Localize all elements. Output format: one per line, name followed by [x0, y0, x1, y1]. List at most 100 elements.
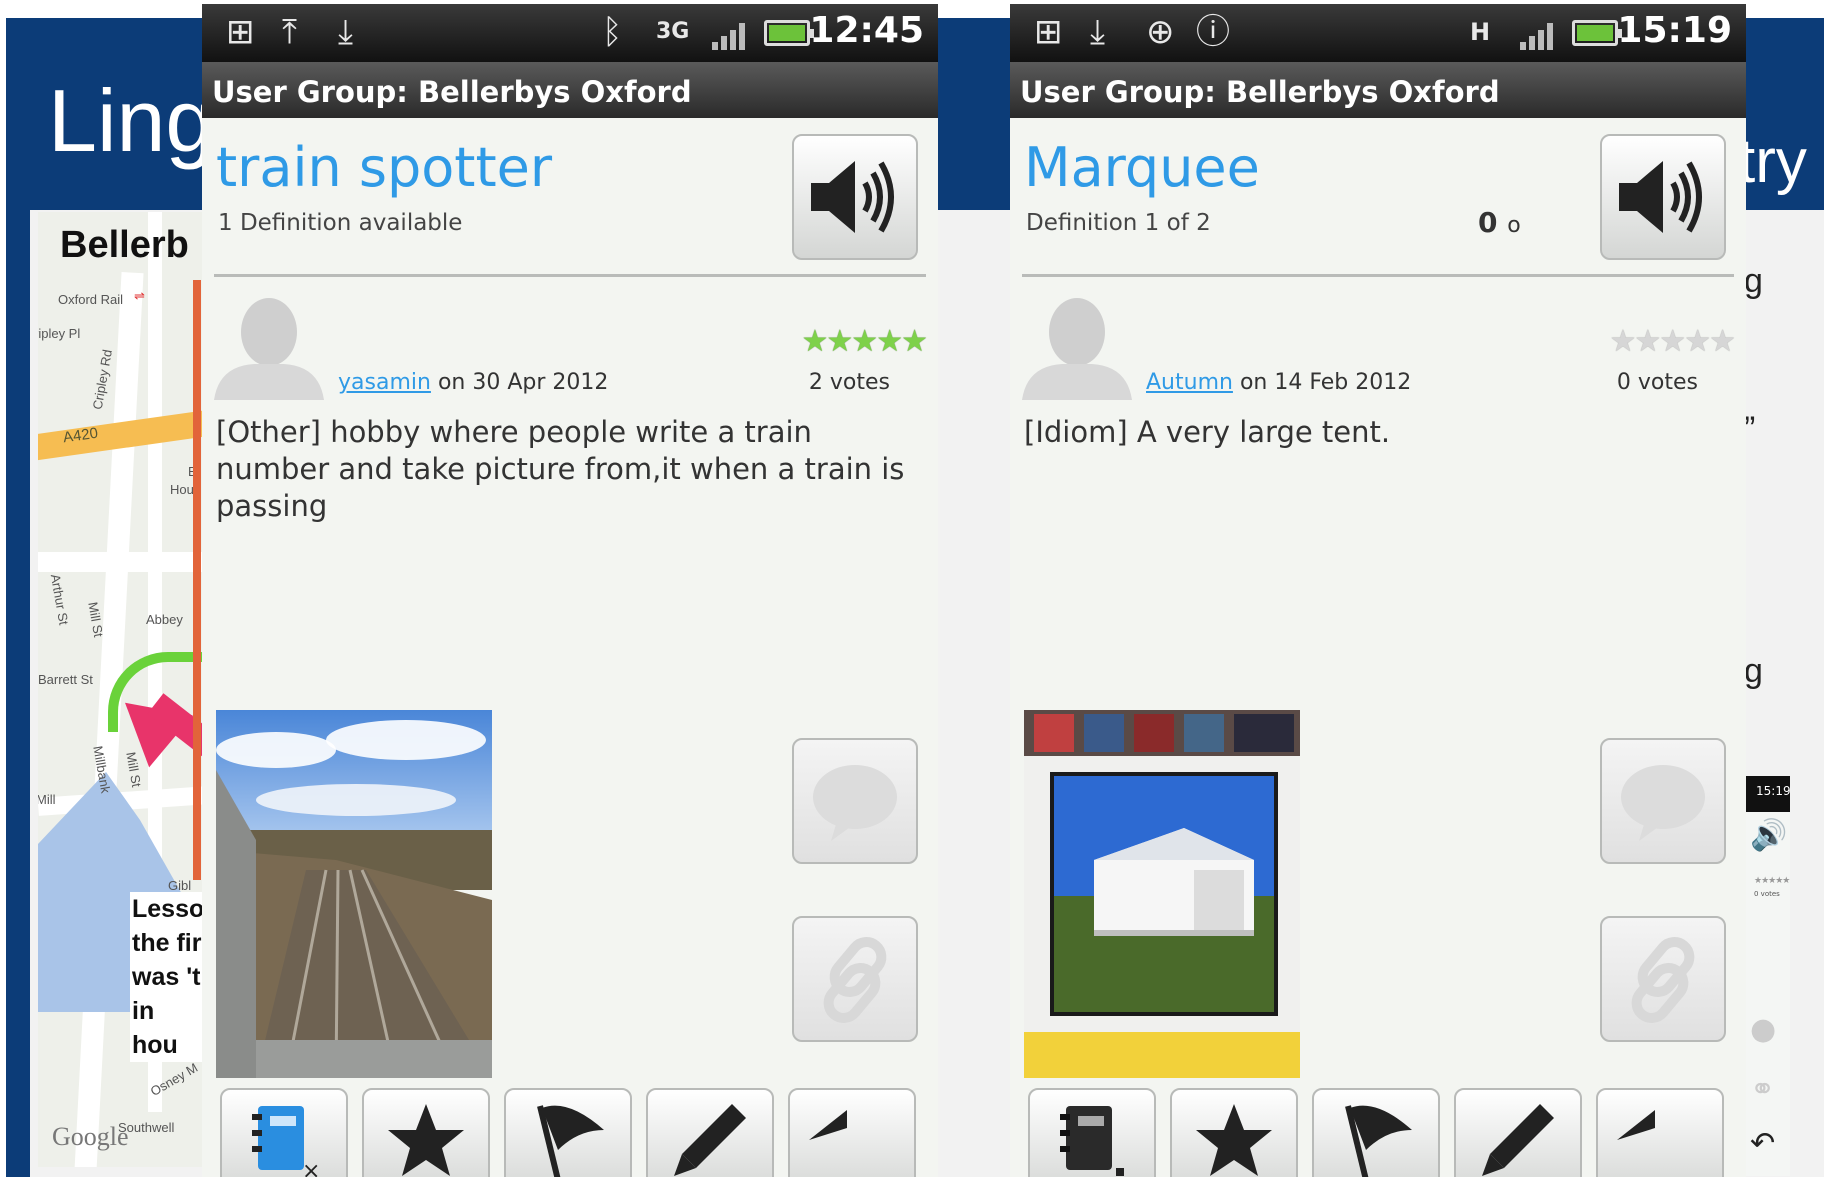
status-time: 12:45 [809, 10, 924, 51]
pencil-icon [674, 1104, 746, 1176]
flag-button[interactable] [504, 1088, 632, 1177]
alert-icon: ⓘ [1196, 12, 1230, 52]
comment-button[interactable] [1600, 738, 1726, 864]
edit-button[interactable] [1454, 1088, 1582, 1177]
battery-icon [764, 20, 814, 46]
mini-votes: 0 votes [1754, 890, 1780, 898]
flag-icon [537, 1105, 604, 1177]
word-title: Marquee [1024, 136, 1260, 199]
slide-text-fragment: g [1744, 262, 1763, 300]
upload-icon: ⤒ [282, 12, 298, 52]
rating-stars[interactable]: ★★★★★ [1610, 324, 1736, 359]
counter-big: 0 [1478, 206, 1498, 239]
map-lesson-note: Lesso the fir was 't in hou [130, 892, 208, 1062]
rail-icon: ⇌ [134, 288, 145, 303]
shopping-bag-icon: ⊞ [226, 12, 255, 52]
battery-icon [1572, 20, 1622, 46]
notebook-button[interactable]: × [220, 1088, 348, 1177]
mini-phone-screenshot: 15:19 🔊 ★★★★★ 0 votes ● ⚭ ↶ [1746, 776, 1790, 1176]
definition-count: Definition 1 of 2 [1026, 210, 1211, 236]
status-bar: ⊞ ⤓ ⊕ ⓘ H 15:19 [1010, 4, 1746, 62]
comment-bubble-icon: ● [1750, 1012, 1777, 1047]
back-arrow-icon: ↶ [1750, 1126, 1776, 1161]
flag-icon [1345, 1105, 1412, 1177]
network-type-label: H [1470, 18, 1491, 46]
network-type-label: 3G [656, 19, 690, 44]
post-date: on 30 Apr 2012 [437, 370, 609, 395]
vote-count: 2 votes [808, 370, 890, 395]
author-link[interactable]: Autumn [1146, 370, 1233, 395]
status-bar: ⊞ ⤒ ⤓ ᛒ 3G 12:45 [202, 4, 938, 62]
phone-screen-marquee: ⊞ ⤓ ⊕ ⓘ H 15:19 User Group: Bellerbys Ox… [1010, 4, 1746, 1177]
counter-small: o [1507, 213, 1521, 238]
google-logo: Google [52, 1122, 129, 1151]
map-label: Cripley Rd [89, 348, 115, 411]
definition-photo-marquee[interactable] [1024, 710, 1300, 1078]
author-link[interactable]: yasamin [338, 370, 431, 395]
author-line: Autumn on 14 Feb 2012 [1146, 370, 1411, 395]
definition-text: [Other] hobby where people write a train… [216, 415, 905, 523]
notebook-button[interactable] [1028, 1088, 1156, 1177]
map-label: Barrett St [38, 672, 93, 687]
star-icon [1196, 1104, 1272, 1176]
definition-photo-railway[interactable] [216, 710, 492, 1078]
notebook-icon [1060, 1106, 1124, 1176]
map-label: Gibl [168, 878, 192, 893]
pronounce-button[interactable] [792, 134, 918, 260]
mini-status-time: 15:19 [1746, 776, 1790, 812]
back-button[interactable] [1596, 1088, 1724, 1177]
svg-text:×: × [302, 1159, 320, 1177]
map-label: Arthur St [47, 572, 72, 627]
favourite-button[interactable] [362, 1088, 490, 1177]
slide-text-fragment: g [1744, 652, 1763, 690]
slide-title-left: Ling [48, 71, 215, 170]
bluetooth-icon: ᛒ [602, 12, 623, 52]
map-label: Abbey [146, 612, 183, 627]
rating-stars[interactable]: ★★★★★ [802, 324, 928, 359]
definition-count: 1 Definition available [218, 210, 463, 236]
lesson-line: the fir [132, 929, 202, 957]
map-label: Hou [170, 482, 194, 497]
back-arrow-icon [1617, 1110, 1655, 1140]
mini-stars: ★★★★★ [1754, 876, 1790, 886]
slide-title-right: try [1738, 127, 1807, 196]
header-divider [1022, 274, 1734, 277]
link-chain-icon [1631, 937, 1695, 1023]
link-button[interactable] [792, 916, 918, 1042]
speaker-icon [811, 161, 894, 233]
app-title-bar: User Group: Bellerbys Oxford [202, 62, 938, 118]
map-label: ripley Pl [38, 326, 81, 341]
app-title-bar: User Group: Bellerbys Oxford [1010, 62, 1746, 118]
phone-screen-train-spotter: ⊞ ⤒ ⤓ ᛒ 3G 12:45 User Group: Bellerbys O… [202, 4, 938, 1177]
lesson-line: in hou [132, 997, 178, 1059]
slide-accent-line [193, 280, 201, 880]
flag-button[interactable] [1312, 1088, 1440, 1177]
lesson-line: Lesso [132, 895, 205, 923]
link-button[interactable] [1600, 916, 1726, 1042]
comment-bubble-icon [1621, 765, 1705, 841]
link-chain-icon: ⚭ [1750, 1072, 1776, 1107]
definition-text: [Idiom] A very large tent. [1024, 415, 1391, 449]
back-arrow-icon [809, 1110, 847, 1140]
shopping-bag-icon: ⊞ [1034, 12, 1063, 52]
user-avatar-icon [1022, 298, 1132, 400]
notebook-icon: × [252, 1106, 320, 1177]
map-label: Oxford Rail [58, 292, 124, 307]
link-chain-icon [823, 937, 887, 1023]
speaker-icon [1619, 161, 1702, 233]
sync-download-icon: ⊕ [1146, 12, 1175, 52]
comment-button[interactable] [792, 738, 918, 864]
lesson-line: was 't [132, 963, 201, 991]
pencil-icon [1482, 1104, 1554, 1176]
comment-bubble-icon [813, 765, 897, 841]
back-button[interactable] [788, 1088, 916, 1177]
favourite-button[interactable] [1170, 1088, 1298, 1177]
edit-button[interactable] [646, 1088, 774, 1177]
vote-count: 0 votes [1616, 370, 1698, 395]
user-avatar-icon [214, 298, 324, 400]
map-image: Bellerb Oxford Rail ⇌ ripley Pl Cripley … [38, 212, 208, 1167]
pronounce-button[interactable] [1600, 134, 1726, 260]
status-time: 15:19 [1617, 10, 1732, 51]
download-icon: ⤓ [1090, 12, 1106, 52]
signal-icon [712, 20, 752, 50]
